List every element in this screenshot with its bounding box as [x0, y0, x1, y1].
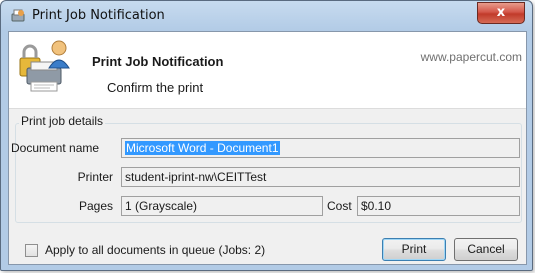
document-name-value: Microsoft Word - Document1 [125, 141, 280, 155]
pages-field[interactable]: 1 (Grayscale) [121, 196, 323, 216]
printer-field[interactable]: student-iprint-nw\CEITTest [121, 167, 520, 187]
cost-field[interactable]: $0.10 [357, 196, 520, 216]
header-panel: Print Job Notification Confirm the print… [9, 32, 526, 109]
apply-all-label[interactable]: Apply to all documents in queue (Jobs: 2… [45, 243, 265, 257]
document-name-label: Document name [11, 141, 100, 155]
apply-all-checkbox[interactable] [25, 244, 38, 257]
close-button[interactable]: x [477, 2, 525, 24]
print-button[interactable]: Print [382, 238, 446, 261]
pages-label: Pages [78, 199, 113, 213]
papercut-app-icon [11, 9, 25, 22]
printer-user-icon [19, 40, 70, 92]
header-subtitle: Confirm the print [107, 80, 204, 95]
group-label: Print job details [19, 114, 106, 128]
header-title: Print Job Notification [92, 54, 224, 69]
print-job-window: Print Job Notification x Print Job Notif… [0, 0, 533, 271]
cancel-button[interactable]: Cancel [454, 238, 518, 261]
printer-label: Printer [77, 170, 113, 184]
cost-label: Cost [327, 199, 352, 213]
dialog-client: Print Job Notification Confirm the print… [8, 31, 527, 265]
window-title: Print Job Notification [32, 8, 165, 23]
title-bar[interactable]: Print Job Notification x [1, 1, 532, 31]
document-name-field[interactable]: Microsoft Word - Document1 [121, 138, 520, 158]
papercut-url: www.papercut.com [420, 50, 522, 64]
